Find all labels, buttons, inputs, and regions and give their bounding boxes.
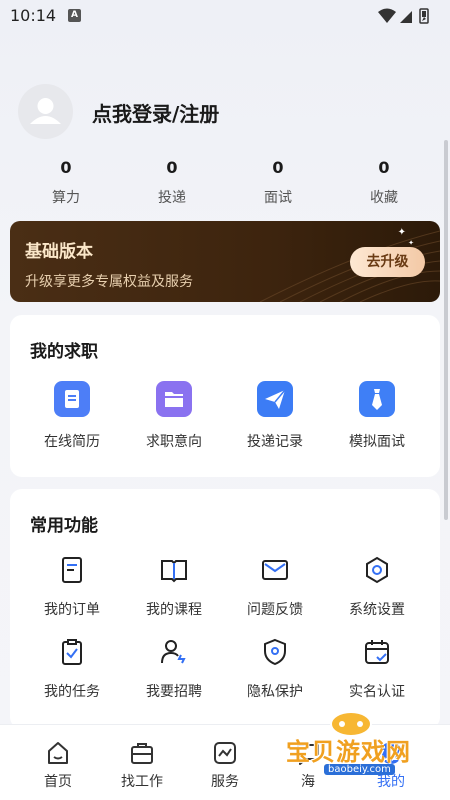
feedback-button[interactable]: 问题反馈: [225, 555, 325, 619]
grid-label: 我的课程: [146, 602, 202, 618]
stat-compute[interactable]: 0 算力: [16, 158, 116, 207]
grid-label: 隐私保护: [247, 684, 303, 700]
vip-title: 基础版本: [25, 242, 93, 262]
grid-label: 系统设置: [349, 602, 405, 618]
common-functions-card: 常用功能 我的订单 我的课程 问题反馈 系统设置 我的任务 我要招聘 隐私保护 …: [10, 489, 440, 729]
system-settings-button[interactable]: 系统设置: [327, 555, 427, 619]
tab-home[interactable]: 首页: [18, 739, 98, 791]
home-icon: [48, 742, 68, 764]
scrollbar[interactable]: [444, 140, 448, 520]
stat-value: 0: [166, 158, 178, 177]
watermark-url: baobeiy.com: [324, 764, 395, 775]
grid-label: 实名认证: [349, 684, 405, 700]
stat-label: 收藏: [370, 190, 398, 206]
stat-value: 0: [60, 158, 72, 177]
vip-subtitle: 升级享更多专属权益及服务: [25, 274, 193, 290]
grid-label: 在线简历: [44, 434, 100, 450]
resume-icon: [54, 381, 90, 417]
stat-interviews[interactable]: 0 面试: [228, 158, 328, 207]
grid-label: 我的任务: [44, 684, 100, 700]
mock-interview-button[interactable]: 模拟面试: [327, 381, 427, 451]
stat-label: 算力: [52, 190, 80, 206]
section-title: 常用功能: [30, 516, 98, 536]
tie-icon: [359, 381, 395, 417]
status-bar: 10:14 A: [0, 0, 450, 32]
vip-banner[interactable]: ✦ ✦ 基础版本 升级享更多专属权益及服务 去升级: [10, 221, 440, 302]
section-title: 我的求职: [30, 342, 98, 362]
status-icons: [378, 8, 429, 24]
verify-icon: [365, 640, 389, 664]
signal-icon: [400, 11, 412, 23]
delivery-record-button[interactable]: 投递记录: [225, 381, 325, 451]
upgrade-button[interactable]: 去升级: [350, 247, 425, 277]
privacy-button[interactable]: 隐私保护: [225, 637, 325, 701]
grid-label: 我要招聘: [146, 684, 202, 700]
tab-label: 首页: [44, 774, 72, 790]
my-courses-button[interactable]: 我的课程: [124, 555, 224, 619]
recruit-icon: [161, 640, 186, 664]
wifi-icon: [378, 8, 396, 23]
my-tasks-button[interactable]: 我的任务: [22, 637, 122, 701]
stat-label: 面试: [264, 190, 292, 206]
recruit-button[interactable]: 我要招聘: [124, 637, 224, 701]
my-orders-button[interactable]: 我的订单: [22, 555, 122, 619]
notification-icon: A: [68, 9, 81, 22]
book-icon: [161, 560, 187, 583]
sparkle-icon: ✦: [397, 227, 406, 238]
settings-icon: [366, 556, 388, 584]
real-name-verification-button[interactable]: 实名认证: [327, 637, 427, 701]
service-icon: [214, 742, 236, 764]
job-search-card: 我的求职 在线简历 求职意向 投递记录 模拟面试: [10, 315, 440, 477]
order-icon: [62, 557, 82, 583]
tab-service[interactable]: 服务: [185, 739, 265, 791]
grid-label: 模拟面试: [349, 434, 405, 450]
privacy-icon: [264, 638, 286, 666]
online-resume-button[interactable]: 在线简历: [22, 381, 122, 451]
stat-label: 投递: [158, 190, 186, 206]
login-register-link[interactable]: 点我登录/注册: [92, 98, 219, 127]
stat-value: 0: [378, 158, 390, 177]
task-icon: [62, 639, 82, 665]
stat-favorites[interactable]: 0 收藏: [334, 158, 434, 207]
briefcase-icon: [131, 743, 153, 764]
grid-label: 问题反馈: [247, 602, 303, 618]
watermark: 宝贝游戏网 baobeiy.com: [286, 708, 436, 778]
folder-icon: [156, 381, 192, 417]
stats-row: 0 算力 0 投递 0 面试 0 收藏: [0, 158, 450, 210]
status-time: 10:14: [10, 6, 57, 25]
user-icon: [30, 98, 61, 124]
job-intention-button[interactable]: 求职意向: [124, 381, 224, 451]
mail-icon: [262, 560, 288, 580]
sparkle-icon: ✦: [408, 239, 414, 247]
stat-value: 0: [272, 158, 284, 177]
grid-label: 投递记录: [247, 434, 303, 450]
watermark-text: 宝贝游戏网: [286, 738, 411, 766]
tab-find-job[interactable]: 找工作: [102, 739, 182, 791]
avatar[interactable]: [18, 84, 73, 139]
grid-label: 求职意向: [146, 434, 202, 450]
grid-label: 我的订单: [44, 602, 100, 618]
send-icon: [257, 381, 293, 417]
stat-deliveries[interactable]: 0 投递: [122, 158, 222, 207]
tab-label: 服务: [211, 774, 239, 790]
tab-label: 找工作: [121, 774, 163, 790]
